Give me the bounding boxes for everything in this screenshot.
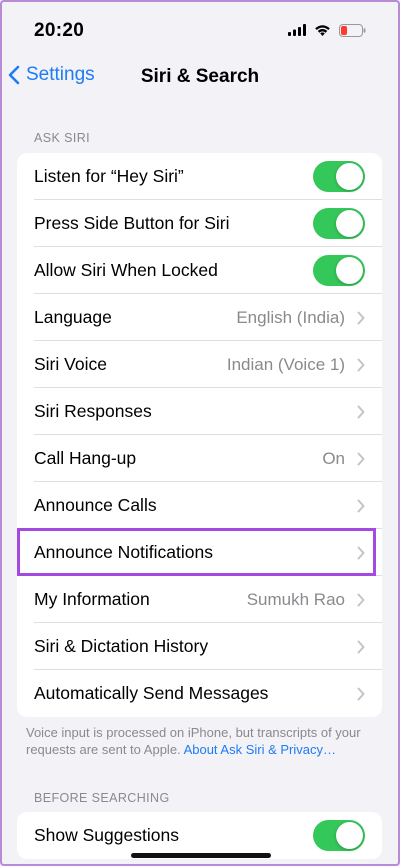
section-header-before-searching: BEFORE SEARCHING	[34, 791, 170, 805]
chevron-right-icon	[357, 593, 365, 606]
battery-icon	[339, 23, 366, 37]
side-button-toggle[interactable]	[313, 208, 365, 239]
row-value: Sumukh Rao	[246, 589, 345, 609]
toggle-knob	[336, 822, 363, 849]
row-label: Allow Siri When Locked	[34, 260, 218, 280]
row-label: Announce Notifications	[34, 542, 213, 562]
row-auto-send-messages[interactable]: Automatically Send Messages	[17, 670, 382, 717]
row-label: Call Hang-up	[34, 448, 137, 468]
row-label: Show Suggestions	[34, 825, 179, 845]
chevron-right-icon	[357, 640, 365, 653]
chevron-right-icon	[357, 452, 365, 465]
row-value: Indian (Voice 1)	[226, 354, 345, 374]
hey-siri-toggle[interactable]	[313, 161, 365, 192]
wifi-icon	[315, 25, 330, 36]
toggle-knob	[336, 210, 363, 237]
row-siri-responses[interactable]: Siri Responses	[17, 388, 382, 435]
chevron-right-icon	[357, 405, 365, 418]
row-language[interactable]: Language English (India)	[17, 294, 382, 341]
chevron-right-icon	[357, 687, 365, 700]
row-label: Language	[34, 307, 112, 327]
row-allow-when-locked: Allow Siri When Locked	[17, 247, 382, 294]
row-value: On	[322, 448, 345, 468]
row-label: Press Side Button for Siri	[34, 213, 230, 233]
page-title: Siri & Search	[140, 66, 260, 87]
toggle-knob	[336, 163, 363, 190]
row-label: Siri Responses	[34, 401, 152, 421]
row-show-suggestions: Show Suggestions	[17, 812, 382, 859]
chevron-right-icon	[357, 499, 365, 512]
ask-siri-group: Listen for “Hey Siri” Press Side Button …	[17, 153, 382, 717]
row-label: Announce Calls	[34, 495, 157, 515]
status-time: 20:20	[34, 20, 85, 41]
ask-siri-footer-note: Voice input is processed on iPhone, but …	[26, 724, 366, 758]
status-icons	[288, 22, 366, 38]
row-siri-voice[interactable]: Siri Voice Indian (Voice 1)	[17, 341, 382, 388]
row-press-side-button: Press Side Button for Siri	[17, 200, 382, 247]
row-announce-notifications[interactable]: Announce Notifications	[17, 529, 382, 576]
status-bar: 20:20	[0, 0, 400, 60]
row-label: My Information	[34, 589, 150, 609]
row-label: Automatically Send Messages	[34, 683, 269, 703]
row-dictation-history[interactable]: Siri & Dictation History	[17, 623, 382, 670]
home-indicator[interactable]	[131, 853, 271, 858]
chevron-right-icon	[357, 546, 365, 559]
chevron-right-icon	[357, 358, 365, 371]
allow-locked-toggle[interactable]	[313, 255, 365, 286]
section-header-ask-siri: ASK SIRI	[34, 131, 90, 145]
row-announce-calls[interactable]: Announce Calls	[17, 482, 382, 529]
row-value: English (India)	[236, 307, 345, 327]
navigation-bar: Settings Siri & Search	[0, 60, 400, 96]
row-call-hangup[interactable]: Call Hang-up On	[17, 435, 382, 482]
toggle-knob	[336, 257, 363, 284]
chevron-right-icon	[357, 311, 365, 324]
about-ask-siri-privacy-link[interactable]: About Ask Siri & Privacy…	[184, 742, 336, 757]
row-label: Siri & Dictation History	[34, 636, 209, 656]
row-my-information[interactable]: My Information Sumukh Rao	[17, 576, 382, 623]
before-searching-group: Show Suggestions	[17, 812, 382, 859]
row-label: Siri Voice	[34, 354, 107, 374]
signal-icon	[288, 24, 306, 36]
row-listen-hey-siri: Listen for “Hey Siri”	[17, 153, 382, 200]
row-label: Listen for “Hey Siri”	[34, 166, 184, 186]
show-suggestions-toggle[interactable]	[313, 820, 365, 851]
